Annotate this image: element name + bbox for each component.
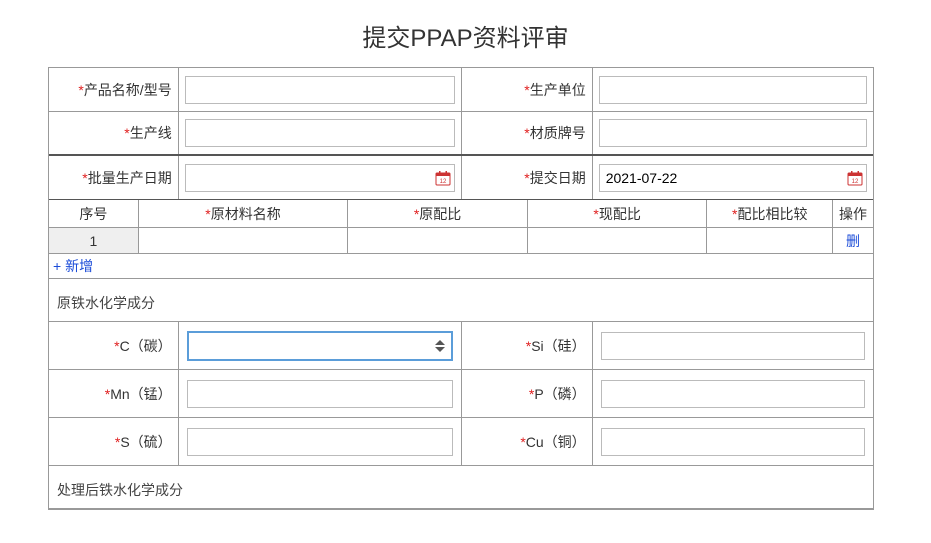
form-container: *产品名称/型号 *生产单位 *生产线 *材质牌号 — [48, 67, 874, 510]
product-name-label: *产品名称/型号 — [49, 68, 179, 111]
row-dates: *批量生产日期 12 *提交日期 12 — [49, 156, 873, 200]
batch-date-wrap: 12 — [185, 164, 455, 192]
add-row: + 新增 — [49, 254, 873, 279]
submit-date-wrap: 12 — [599, 164, 867, 192]
submit-date-label: *提交日期 — [462, 156, 593, 199]
production-line-input[interactable] — [185, 119, 455, 147]
row-line: *生产线 *材质牌号 — [49, 112, 873, 156]
mn-input[interactable] — [187, 380, 453, 408]
si-cell — [593, 322, 873, 369]
material-grade-input[interactable] — [599, 119, 867, 147]
production-line-cell — [179, 112, 462, 154]
col-op: 操作 — [833, 200, 873, 227]
cell-seq: 1 — [49, 228, 139, 253]
c-input[interactable] — [187, 331, 453, 361]
p-label: *P（磷） — [462, 370, 593, 417]
submit-date-input[interactable] — [599, 164, 867, 192]
batch-date-input[interactable] — [185, 164, 455, 192]
section-chem-after: 处理后铁水化学成分 — [49, 466, 873, 509]
s-cell — [179, 418, 462, 465]
mn-label: *Mn（锰） — [49, 370, 179, 417]
row-c-si: *C（碳） *Si（硅） — [49, 322, 873, 370]
row-product: *产品名称/型号 *生产单位 — [49, 68, 873, 112]
si-label: *Si（硅） — [462, 322, 593, 369]
production-unit-cell — [593, 68, 873, 111]
production-unit-input[interactable] — [599, 76, 867, 104]
page-title: 提交PPAP资料评审 — [0, 0, 931, 67]
page-root: 提交PPAP资料评审 *产品名称/型号 *生产单位 *生产线 — [0, 0, 931, 543]
submit-date-cell: 12 — [593, 156, 873, 199]
row-s-cu: *S（硫） *Cu（铜） — [49, 418, 873, 466]
s-label: *S（硫） — [49, 418, 179, 465]
cu-label: *Cu（铜） — [462, 418, 593, 465]
col-seq: 序号 — [49, 200, 139, 227]
materials-header: 序号 *原材料名称 *原配比 *现配比 *配比相比较 操作 — [49, 200, 873, 228]
col-name: *原材料名称 — [139, 200, 348, 227]
cu-input[interactable] — [601, 428, 865, 456]
si-input[interactable] — [601, 332, 865, 360]
p-input[interactable] — [601, 380, 865, 408]
product-name-input[interactable] — [185, 76, 455, 104]
col-cmp: *配比相比较 — [707, 200, 833, 227]
s-input[interactable] — [187, 428, 453, 456]
col-now: *现配比 — [528, 200, 708, 227]
section-chem-before: 原铁水化学成分 — [49, 279, 873, 322]
c-spinner-wrap — [187, 331, 453, 361]
col-orig: *原配比 — [348, 200, 528, 227]
p-cell — [593, 370, 873, 417]
cell-name[interactable] — [139, 228, 348, 253]
add-link[interactable]: + 新增 — [53, 258, 93, 274]
c-label: *C（碳） — [49, 322, 179, 369]
cell-orig[interactable] — [348, 228, 528, 253]
c-cell — [179, 322, 462, 369]
production-line-label: *生产线 — [49, 112, 179, 154]
cell-cmp[interactable] — [707, 228, 833, 253]
batch-date-label: *批量生产日期 — [49, 156, 179, 199]
material-grade-label: *材质牌号 — [462, 112, 593, 154]
mn-cell — [179, 370, 462, 417]
delete-link[interactable]: 删 — [846, 231, 860, 251]
cu-cell — [593, 418, 873, 465]
row-mn-p: *Mn（锰） *P（磷） — [49, 370, 873, 418]
product-name-cell — [179, 68, 462, 111]
material-grade-cell — [593, 112, 873, 154]
cell-op: 删 — [833, 228, 873, 253]
table-row: 1 删 — [49, 228, 873, 254]
batch-date-cell: 12 — [179, 156, 462, 199]
cell-now[interactable] — [528, 228, 708, 253]
production-unit-label: *生产单位 — [462, 68, 593, 111]
